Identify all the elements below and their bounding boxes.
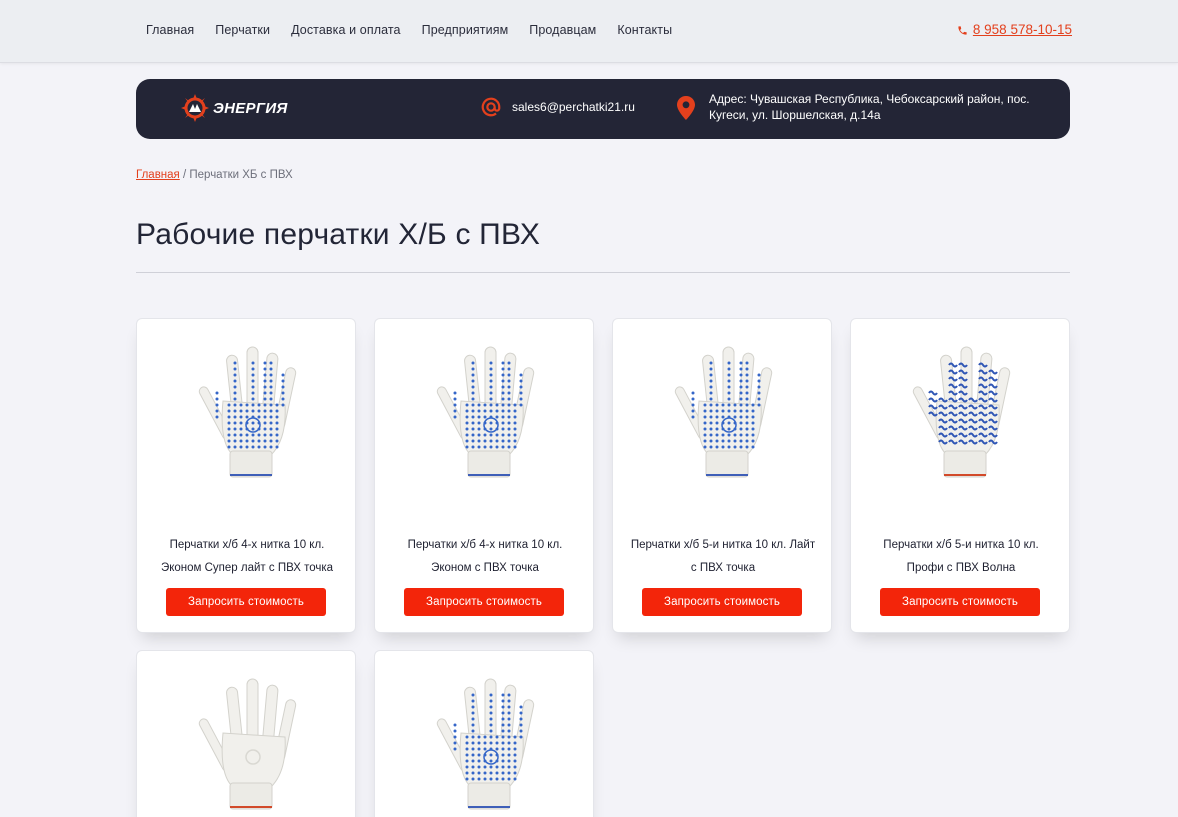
logo-text: ЭНЕРГИЯ xyxy=(213,99,288,117)
product-card[interactable]: Перчатки х/б 5-и нитка 10 кл. Профи с ПВ… xyxy=(850,318,1070,633)
product-image[interactable] xyxy=(613,341,833,481)
nav-item-enterprises[interactable]: Предприятиям xyxy=(422,22,509,38)
product-card[interactable]: Перчатки х/б 4-х нитка 10 кл. Эконом с П… xyxy=(374,318,594,633)
page-title: Рабочие перчатки Х/Б с ПВХ xyxy=(136,218,541,251)
address-text: Адрес: Чувашская Республика, Чебоксарски… xyxy=(709,92,1030,122)
nav-item-gloves[interactable]: Перчатки xyxy=(215,22,270,38)
request-price-button[interactable]: Запросить стоимость xyxy=(404,588,564,616)
product-card[interactable] xyxy=(374,650,594,817)
phone-link[interactable]: 8 958 578-10-15 xyxy=(957,22,1072,38)
breadcrumb-home-link[interactable]: Главная xyxy=(136,169,180,181)
product-image[interactable] xyxy=(137,341,357,481)
product-card[interactable]: Перчатки х/б 5-и нитка 10 кл. Лайт с ПВХ… xyxy=(612,318,832,633)
product-image[interactable] xyxy=(375,341,595,481)
request-price-button[interactable]: Запросить стоимость xyxy=(166,588,326,616)
request-price-button[interactable]: Запросить стоимость xyxy=(880,588,1040,616)
main-nav: Главная Перчатки Доставка и оплата Предп… xyxy=(146,22,693,38)
breadcrumb-separator: / xyxy=(182,169,187,181)
product-image[interactable] xyxy=(851,341,1071,481)
nav-item-delivery[interactable]: Доставка и оплата xyxy=(291,22,401,38)
product-name[interactable]: Перчатки х/б 4-х нитка 10 кл. Эконом Суп… xyxy=(151,534,343,580)
at-sign-icon xyxy=(481,97,501,117)
nav-item-home[interactable]: Главная xyxy=(146,22,194,38)
header-band: ЭНЕРГИЯ sales6@perchatki21.ru Адрес: Чув… xyxy=(136,79,1070,139)
logo[interactable]: ЭНЕРГИЯ xyxy=(180,93,288,123)
email-link[interactable]: sales6@perchatki21.ru xyxy=(512,100,635,114)
product-image[interactable] xyxy=(137,673,357,813)
product-name[interactable]: Перчатки х/б 5-и нитка 10 кл. Лайт с ПВХ… xyxy=(627,534,819,580)
product-name[interactable]: Перчатки х/б 5-и нитка 10 кл. Профи с ПВ… xyxy=(865,534,1057,580)
email-block[interactable]: sales6@perchatki21.ru xyxy=(480,96,635,118)
address-block: Адрес: Чувашская Республика, Чебоксарски… xyxy=(677,91,1039,123)
nav-item-sellers[interactable]: Продавцам xyxy=(529,22,596,38)
location-pin-icon xyxy=(677,96,695,120)
product-image[interactable] xyxy=(375,673,595,813)
logo-emblem-icon xyxy=(181,94,209,122)
phone-icon xyxy=(958,25,967,35)
phone-number[interactable]: 8 958 578-10-15 xyxy=(973,22,1072,38)
title-divider xyxy=(136,272,1070,273)
product-card[interactable] xyxy=(136,650,356,817)
product-name[interactable]: Перчатки х/б 4-х нитка 10 кл. Эконом с П… xyxy=(389,534,581,580)
breadcrumb: Главная / Перчатки ХБ с ПВХ xyxy=(136,169,293,181)
request-price-button[interactable]: Запросить стоимость xyxy=(642,588,802,616)
top-navigation-bar: Главная Перчатки Доставка и оплата Предп… xyxy=(0,0,1178,63)
breadcrumb-current: Перчатки ХБ с ПВХ xyxy=(189,169,293,181)
nav-item-contacts[interactable]: Контакты xyxy=(617,22,672,38)
product-card[interactable]: Перчатки х/б 4-х нитка 10 кл. Эконом Суп… xyxy=(136,318,356,633)
